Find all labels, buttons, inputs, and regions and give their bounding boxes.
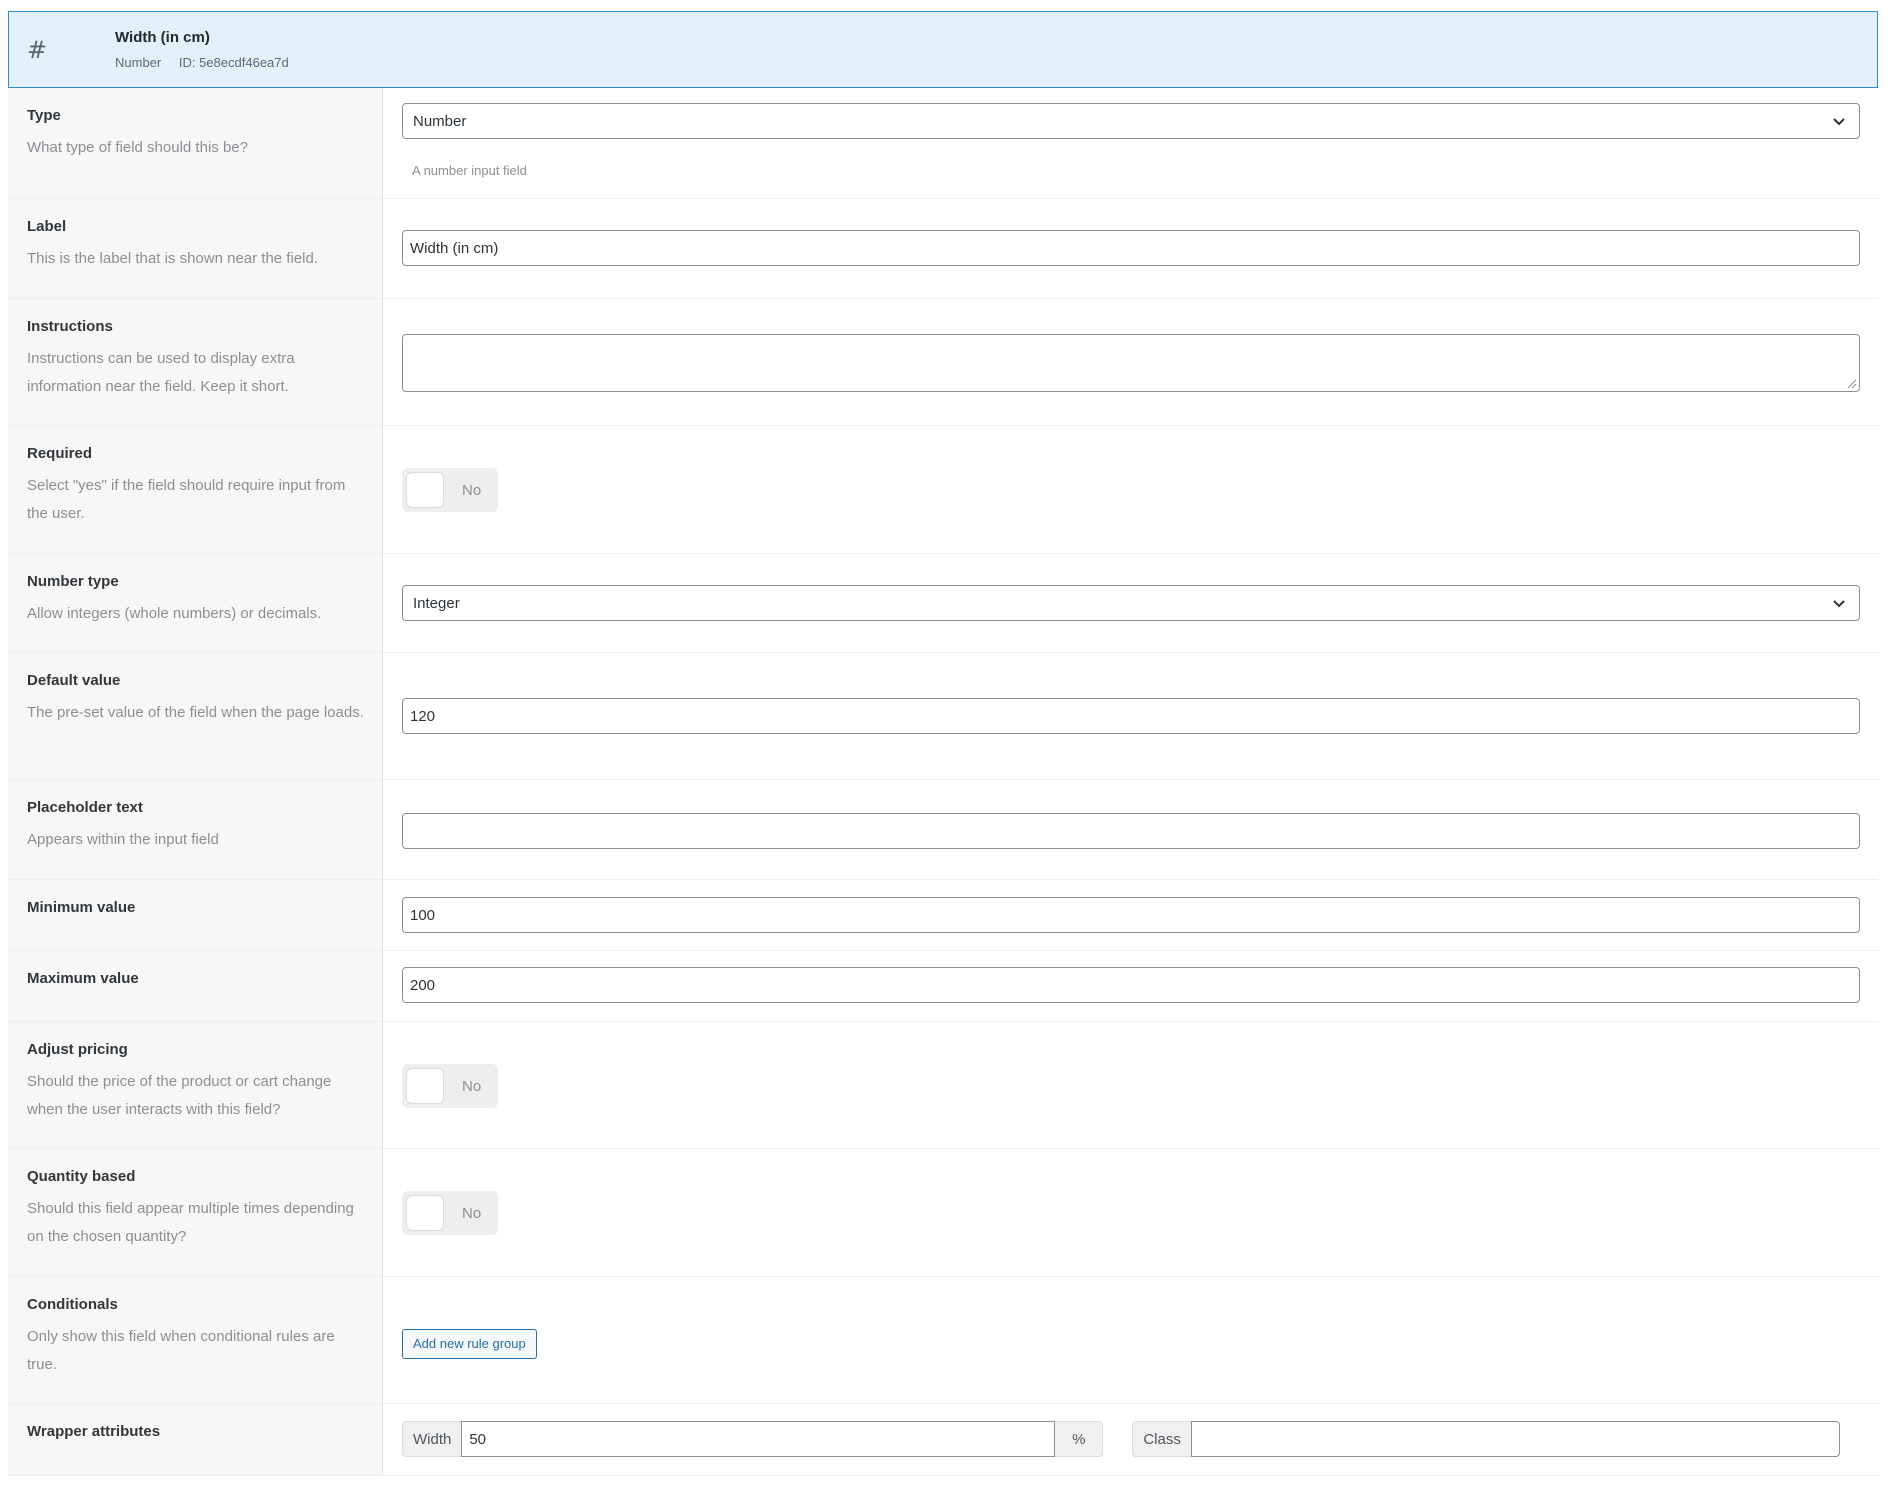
min-label: Minimum value (27, 899, 136, 916)
number-type-select[interactable]: Integer (402, 585, 1860, 621)
row-conditionals: Conditionals Only show this field when c… (8, 1277, 1878, 1404)
number-type-label: Number type (27, 573, 119, 590)
placeholder-label: Placeholder text (27, 799, 143, 816)
field-meta: Number ID: 5e8ecdf46ea7d (115, 55, 289, 70)
instructions-label: Instructions (27, 318, 113, 335)
adjust-pricing-toggle[interactable]: No (402, 1064, 498, 1108)
max-input[interactable]: 200 (402, 967, 1860, 1003)
default-value-label: Default value (27, 672, 121, 689)
wrapper-attributes-label: Wrapper attributes (27, 1423, 161, 1440)
label-description: This is the label that is shown near the… (27, 250, 318, 267)
type-description: What type of field should this be? (27, 139, 248, 156)
row-number-type: Number type Allow integers (whole number… (8, 554, 1878, 653)
field-id-label: ID: 5e8ecdf46ea7d (178, 55, 289, 70)
row-placeholder: Placeholder text Appears within the inpu… (8, 780, 1878, 880)
field-panel: # Width (in cm) Number ID: 5e8ecdf46ea7d… (8, 11, 1878, 1476)
row-label: Label This is the label that is shown ne… (8, 199, 1878, 299)
required-label: Required (27, 445, 93, 462)
wrapper-class-addon: Class (1132, 1421, 1191, 1457)
field-type-label: Number (115, 55, 162, 70)
row-quantity-based: Quantity based Should this field appear … (8, 1149, 1878, 1277)
conditionals-description: Only show this field when conditional ru… (27, 1328, 335, 1373)
row-type: Type What type of field should this be? … (8, 88, 1878, 199)
toggle-knob (406, 1068, 444, 1104)
quantity-based-toggle[interactable]: No (402, 1191, 498, 1235)
adjust-pricing-description: Should the price of the product or cart … (27, 1073, 332, 1118)
quantity-based-label: Quantity based (27, 1168, 136, 1185)
wrapper-attributes-group: Width 50 % Class (402, 1421, 1860, 1457)
quantity-based-description: Should this field appear multiple times … (27, 1200, 354, 1245)
field-header[interactable]: # Width (in cm) Number ID: 5e8ecdf46ea7d (8, 11, 1878, 88)
label-label: Label (27, 218, 67, 235)
row-max: Maximum value 200 (8, 951, 1878, 1022)
chevron-down-icon (1833, 118, 1845, 126)
required-description: Select "yes" if the field should require… (27, 477, 346, 522)
number-type-description: Allow integers (whole numbers) or decima… (27, 605, 322, 622)
instructions-textarea[interactable] (402, 334, 1860, 392)
label-input[interactable]: Width (in cm) (402, 230, 1860, 266)
hash-icon: # (27, 35, 48, 64)
toggle-knob (406, 472, 444, 508)
row-wrapper-attributes: Wrapper attributes Width 50 % Class (8, 1404, 1878, 1476)
conditionals-label: Conditionals (27, 1296, 118, 1313)
type-label: Type (27, 107, 61, 124)
default-value-input[interactable]: 120 (402, 698, 1860, 734)
default-value-description: The pre-set value of the field when the … (27, 704, 364, 721)
placeholder-input[interactable] (402, 813, 1860, 849)
placeholder-description: Appears within the input field (27, 831, 219, 848)
row-adjust-pricing: Adjust pricing Should the price of the p… (8, 1022, 1878, 1149)
resize-grip-icon[interactable] (1845, 377, 1857, 389)
type-hint: A number input field (412, 163, 527, 178)
type-select[interactable]: Number (402, 103, 1860, 139)
row-default-value: Default value The pre-set value of the f… (8, 653, 1878, 780)
wrapper-width-unit: % (1055, 1421, 1104, 1457)
add-rule-group-button[interactable]: Add new rule group (402, 1329, 537, 1359)
wrapper-width-addon: Width (402, 1421, 462, 1457)
row-required: Required Select "yes" if the field shoul… (8, 426, 1878, 554)
adjust-pricing-label: Adjust pricing (27, 1041, 128, 1058)
chevron-down-icon (1833, 600, 1845, 608)
min-input[interactable]: 100 (402, 897, 1860, 933)
max-label: Maximum value (27, 970, 139, 987)
field-title: Width (in cm) (115, 29, 210, 46)
row-instructions: Instructions Instructions can be used to… (8, 299, 1878, 426)
wrapper-class-input[interactable] (1190, 1421, 1840, 1457)
toggle-knob (406, 1195, 444, 1231)
row-min: Minimum value 100 (8, 880, 1878, 951)
wrapper-width-input[interactable]: 50 (461, 1421, 1056, 1457)
required-toggle[interactable]: No (402, 468, 498, 512)
instructions-description: Instructions can be used to display extr… (27, 350, 295, 395)
